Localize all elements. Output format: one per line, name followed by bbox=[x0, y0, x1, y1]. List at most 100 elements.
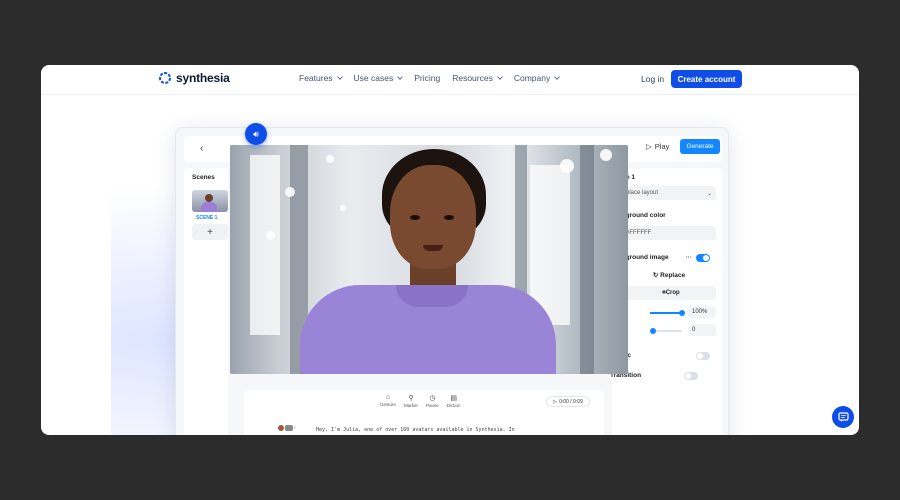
menu-item-company[interactable]: Company bbox=[513, 73, 561, 83]
menu-item-label: Resources bbox=[452, 73, 493, 83]
avatar-selector[interactable]: › bbox=[278, 425, 296, 431]
slider-fill bbox=[650, 312, 682, 314]
pause-tool[interactable]: ◷ Pause bbox=[426, 394, 439, 408]
crop-button[interactable]: ⌗ Crop bbox=[622, 286, 716, 300]
menu-item-use-cases[interactable]: Use cases bbox=[353, 73, 404, 83]
chevron-left-icon[interactable]: ‹ bbox=[200, 143, 203, 154]
play-icon: ▷ bbox=[646, 142, 652, 151]
chevron-down-icon bbox=[497, 73, 503, 80]
clock-icon: ◷ bbox=[429, 395, 436, 402]
avatar-collar bbox=[396, 285, 468, 307]
website-card: synthesia Features Use cases Pricing Res… bbox=[41, 65, 859, 435]
menu-item-resources[interactable]: Resources bbox=[452, 73, 503, 83]
scene-heading: ne 1 bbox=[622, 174, 636, 181]
avatar-video bbox=[230, 145, 628, 374]
bokeh-light bbox=[600, 149, 612, 161]
chevron-down-icon bbox=[554, 73, 561, 80]
replace-label: Replace bbox=[660, 272, 686, 279]
playback-time[interactable]: ▷ 0:00 / 0:09 bbox=[546, 396, 590, 407]
marker-tool[interactable]: ⚲ Marker bbox=[404, 394, 418, 408]
bokeh-light bbox=[266, 231, 275, 240]
layout-select[interactable]: place layout ⌄ bbox=[622, 186, 716, 200]
tool-label: Marker bbox=[404, 403, 419, 408]
toggle-knob bbox=[697, 353, 703, 359]
slider-handle[interactable] bbox=[650, 328, 656, 334]
speaker-icon[interactable]: 🔊︎ bbox=[245, 123, 267, 145]
diction-tool[interactable]: ▤ Diction bbox=[447, 394, 461, 408]
bokeh-light bbox=[326, 155, 334, 163]
top-navigation: synthesia Features Use cases Pricing Res… bbox=[41, 65, 859, 95]
toggle-knob bbox=[703, 255, 709, 261]
diction-icon: ▤ bbox=[450, 395, 457, 402]
menu-item-label: Features bbox=[299, 73, 333, 83]
opacity-slider[interactable] bbox=[650, 310, 685, 316]
login-link[interactable]: Log in bbox=[641, 74, 664, 84]
language-icon bbox=[285, 425, 293, 431]
bg-image-label: kground image ··· bbox=[622, 254, 716, 262]
marker-icon: ⚲ bbox=[408, 395, 414, 402]
bg-image-text: kground image bbox=[622, 254, 669, 261]
brand-name: synthesia bbox=[176, 71, 230, 85]
main-menu: Features Use cases Pricing Resources Com… bbox=[299, 73, 561, 83]
chevron-down-icon: ⌄ bbox=[706, 190, 712, 197]
toggle-knob bbox=[685, 373, 691, 379]
tool-label: Pause bbox=[426, 403, 439, 408]
music-row: sic bbox=[622, 352, 716, 360]
chevron-down-icon bbox=[336, 73, 343, 80]
menu-item-label: Company bbox=[513, 73, 551, 83]
menu-item-label: Use cases bbox=[353, 73, 394, 83]
avatar-eye bbox=[444, 215, 454, 220]
chevron-down-icon bbox=[397, 73, 404, 80]
bg-color-field[interactable]: #FFFFFF bbox=[622, 226, 716, 240]
gesture-icon: ⌂ bbox=[385, 394, 391, 401]
bokeh-light bbox=[560, 159, 574, 173]
play-icon: ▷ bbox=[553, 398, 558, 405]
script-text[interactable]: Hey, I'm Julia, one of over 160 avatars … bbox=[316, 427, 515, 433]
bg-image-toggle[interactable] bbox=[696, 254, 710, 262]
scenes-title: Scenes bbox=[192, 174, 215, 181]
bokeh-light bbox=[285, 187, 295, 197]
create-account-button[interactable]: Create account bbox=[671, 70, 742, 88]
replace-button[interactable]: ↻ Replace bbox=[622, 271, 716, 279]
chevron-down-icon: › bbox=[294, 425, 296, 431]
background-pillar bbox=[580, 145, 594, 374]
music-toggle[interactable] bbox=[696, 352, 710, 360]
slider-handle[interactable] bbox=[679, 310, 685, 316]
avatar-face bbox=[390, 165, 476, 269]
avatar-eye bbox=[410, 215, 420, 220]
menu-item-features[interactable]: Features bbox=[299, 73, 343, 83]
menu-item-pricing[interactable]: Pricing bbox=[414, 73, 440, 83]
script-tools: ⌂ Gesture ⚲ Marker ◷ Pause ▤ Diction bbox=[380, 394, 461, 408]
play-button[interactable]: ▷ Play bbox=[646, 142, 669, 151]
menu-item-label: Pricing bbox=[414, 73, 441, 83]
layout-select-value: place layout bbox=[626, 190, 659, 196]
avatar-icon bbox=[278, 425, 284, 431]
brand-logo[interactable]: synthesia bbox=[158, 71, 230, 85]
add-scene-button[interactable]: + bbox=[192, 224, 228, 240]
opacity-value[interactable]: 100% bbox=[688, 306, 716, 318]
avatar-face bbox=[205, 194, 213, 202]
script-panel: ⌂ Gesture ⚲ Marker ◷ Pause ▤ Diction ▷ 0:00 /… bbox=[244, 390, 604, 435]
chat-support-button[interactable] bbox=[832, 406, 854, 428]
play-label: Play bbox=[654, 142, 670, 151]
tool-label: Diction bbox=[446, 403, 461, 408]
second-slider-value[interactable]: 0 bbox=[688, 324, 716, 336]
synthesia-logo-icon bbox=[159, 72, 171, 84]
generate-button[interactable]: Generate bbox=[680, 139, 720, 154]
second-slider[interactable] bbox=[650, 328, 682, 334]
bokeh-light bbox=[340, 205, 346, 211]
avatar-body bbox=[201, 202, 217, 212]
avatar-mouth bbox=[423, 245, 443, 251]
scene-thumbnail[interactable] bbox=[192, 190, 228, 212]
transition-toggle[interactable] bbox=[684, 372, 698, 380]
scene-label: SCENE 1 bbox=[196, 215, 218, 221]
crop-label: Crop bbox=[665, 290, 680, 296]
tool-label: Gesture bbox=[380, 402, 397, 407]
chat-icon bbox=[837, 411, 849, 422]
more-icon[interactable]: ··· bbox=[686, 254, 693, 261]
gesture-tool[interactable]: ⌂ Gesture bbox=[380, 394, 396, 408]
window-light bbox=[250, 155, 280, 335]
bg-color-label: kground color bbox=[622, 212, 666, 219]
scenes-panel: Scenes SCENE 1 + bbox=[184, 168, 228, 435]
properties-panel: ne 1 place layout ⌄ kground color #FFFFFF… bbox=[610, 168, 722, 435]
